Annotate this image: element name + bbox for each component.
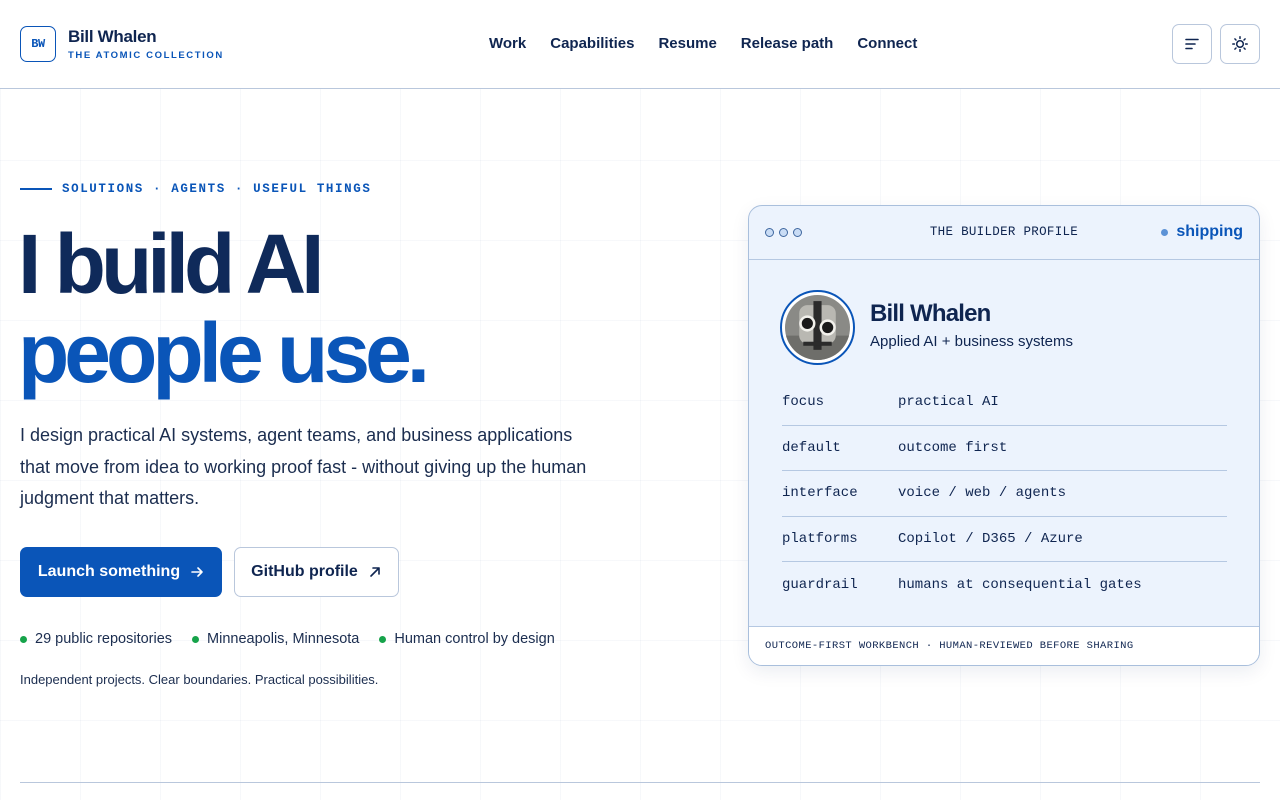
- spec-row: focus practical AI: [782, 380, 1227, 426]
- arrow-up-right-icon: [370, 567, 380, 577]
- headline-line-1: I build AI: [18, 217, 325, 311]
- headline-line-2: people use.: [18, 306, 430, 400]
- status-dot-icon: [379, 635, 387, 643]
- spec-key: platforms: [782, 530, 858, 547]
- site-header: BW Bill Whalen THE ATOMIC COLLECTION Wor…: [0, 0, 1280, 89]
- fact-text: Minneapolis, Minnesota: [207, 631, 360, 647]
- eyebrow-text: SOLUTIONS · AGENTS · USEFUL THINGS: [62, 182, 372, 196]
- brand-name: Bill Whalen: [68, 27, 157, 46]
- spec-key: default: [782, 439, 841, 456]
- status-badge: shipping: [1161, 223, 1243, 241]
- menu-button[interactable]: [1172, 24, 1212, 64]
- status-text: shipping: [1176, 223, 1243, 240]
- launch-something-label: Launch something: [37, 563, 181, 580]
- status-dot-icon: [1161, 228, 1169, 236]
- fact-text: 29 public repositories: [35, 631, 173, 647]
- card-footer: OUTCOME-FIRST WORKBENCH · HUMAN-REVIEWED…: [749, 626, 1259, 665]
- hero-facts: 29 public repositories Minneapolis, Minn…: [20, 631, 555, 647]
- fact-item: 29 public repositories: [20, 631, 172, 647]
- hero-tagline: Independent projects. Clear boundaries. …: [20, 672, 379, 687]
- main-nav: Work Capabilities Resume Release path Co…: [489, 35, 917, 52]
- sun-icon: [1232, 36, 1248, 52]
- spec-key: interface: [782, 485, 858, 502]
- arrow-right-icon: [191, 567, 203, 577]
- robot-avatar-icon: [785, 295, 850, 360]
- spec-key: guardrail: [782, 576, 858, 593]
- fact-text: Human control by design: [394, 631, 555, 647]
- spec-value: humans at consequential gates: [898, 576, 1142, 593]
- fact-item: Human control by design: [379, 631, 555, 647]
- profile-specs: focus practical AI default outcome first…: [782, 380, 1227, 608]
- nav-item-capabilities[interactable]: Capabilities: [550, 35, 634, 52]
- brand-logo: BW: [20, 26, 56, 62]
- section-divider: [20, 782, 1260, 783]
- github-profile-label: GitHub profile: [251, 563, 358, 580]
- nav-item-resume[interactable]: Resume: [658, 35, 716, 52]
- spec-key: focus: [782, 394, 825, 411]
- nav-item-work[interactable]: Work: [489, 35, 526, 52]
- spec-row: guardrail humans at consequential gates: [782, 562, 1227, 608]
- hero-description: I design practical AI systems, agent tea…: [20, 425, 587, 508]
- spec-row: platforms Copilot / D365 / Azure: [782, 517, 1227, 562]
- theme-toggle-button[interactable]: [1220, 24, 1260, 64]
- spec-value: Copilot / D365 / Azure: [898, 530, 1083, 547]
- nav-item-release-path[interactable]: Release path: [741, 35, 834, 52]
- fact-item: Minneapolis, Minnesota: [192, 631, 359, 647]
- hero-headline: I build AI people use.: [18, 217, 430, 400]
- hero-eyebrow: SOLUTIONS · AGENTS · USEFUL THINGS: [20, 182, 371, 196]
- eyebrow-rule: [20, 188, 52, 190]
- menu-lines-icon: [1185, 38, 1199, 50]
- spec-row: default outcome first: [782, 426, 1227, 471]
- spec-value: voice / web / agents: [898, 485, 1067, 502]
- status-dot-icon: [192, 635, 200, 643]
- spec-row: interface voice / web / agents: [782, 471, 1227, 517]
- spec-value: outcome first: [898, 439, 1008, 456]
- brand-home-link[interactable]: BW Bill Whalen THE ATOMIC COLLECTION: [20, 26, 224, 62]
- brand-tagline: THE ATOMIC COLLECTION: [68, 50, 224, 61]
- profile-role: Applied AI + business systems: [870, 333, 1074, 350]
- nav-item-connect[interactable]: Connect: [857, 35, 917, 52]
- avatar: [780, 290, 855, 365]
- launch-something-button[interactable]: Launch something: [20, 547, 222, 597]
- github-profile-button[interactable]: GitHub profile: [234, 547, 399, 597]
- builder-profile-card: THE BUILDER PROFILE shipping Bill Whalen…: [748, 205, 1260, 666]
- spec-value: practical AI: [898, 394, 999, 411]
- card-titlebar: THE BUILDER PROFILE shipping: [749, 206, 1259, 260]
- status-dot-icon: [20, 635, 27, 643]
- profile-name: Bill Whalen: [870, 300, 991, 327]
